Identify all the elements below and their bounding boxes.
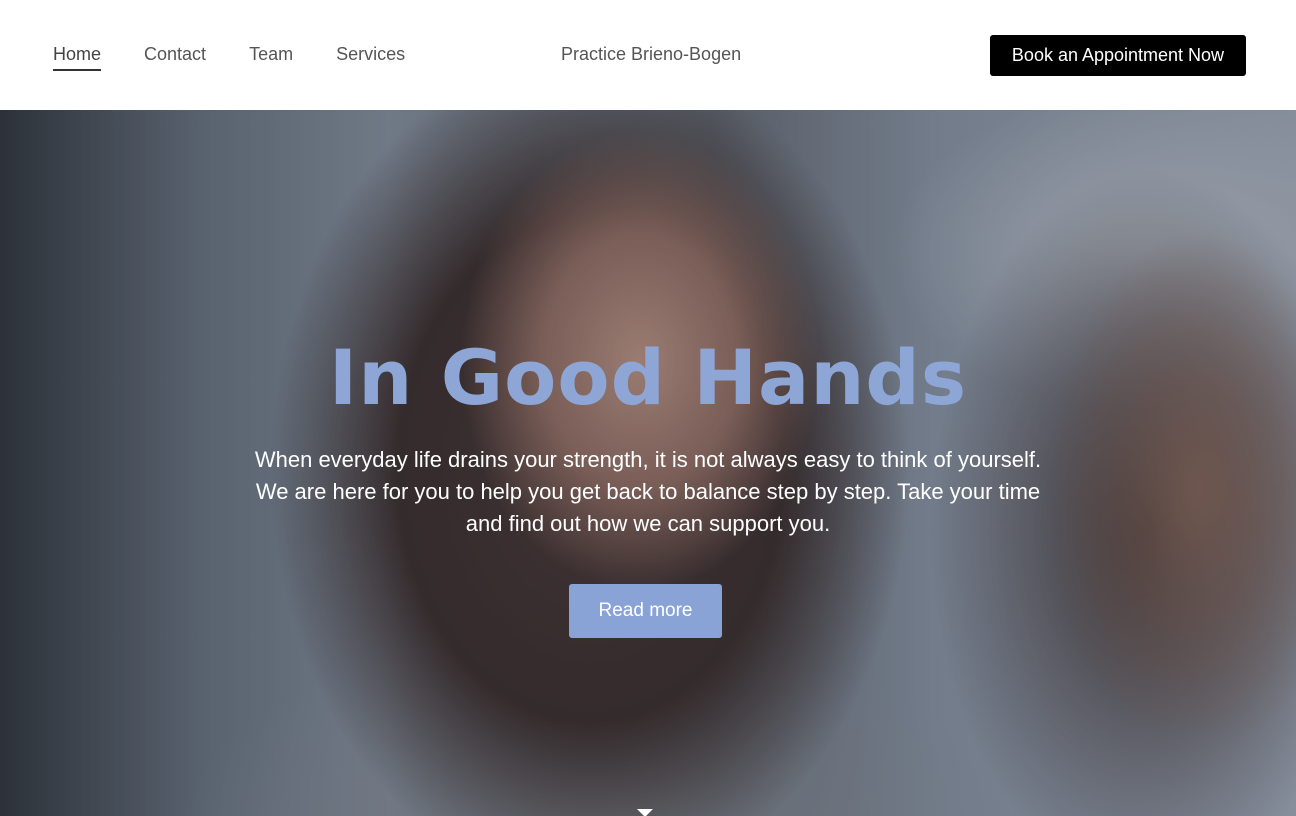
chevron-down-icon[interactable]	[637, 809, 653, 816]
nav-item-team[interactable]: Team	[249, 43, 293, 71]
nav-item-services[interactable]: Services	[336, 43, 405, 71]
hero-section: In Good Hands When everyday life drains …	[0, 110, 1296, 816]
nav-item-home[interactable]: Home	[53, 43, 102, 71]
nav-item-contact[interactable]: Contact	[144, 43, 206, 71]
main-nav: Home Contact Team Services	[53, 43, 448, 71]
read-more-button[interactable]: Read more	[569, 584, 722, 638]
hero-description: When everyday life drains your strength,…	[254, 447, 1042, 536]
site-header: Home Contact Team Services Practice Brie…	[0, 0, 1296, 110]
site-brand[interactable]: Practice Brieno-Bogen	[561, 43, 741, 65]
hero-title: In Good Hands	[328, 333, 968, 422]
book-appointment-button[interactable]: Book an Appointment Now	[990, 35, 1246, 76]
